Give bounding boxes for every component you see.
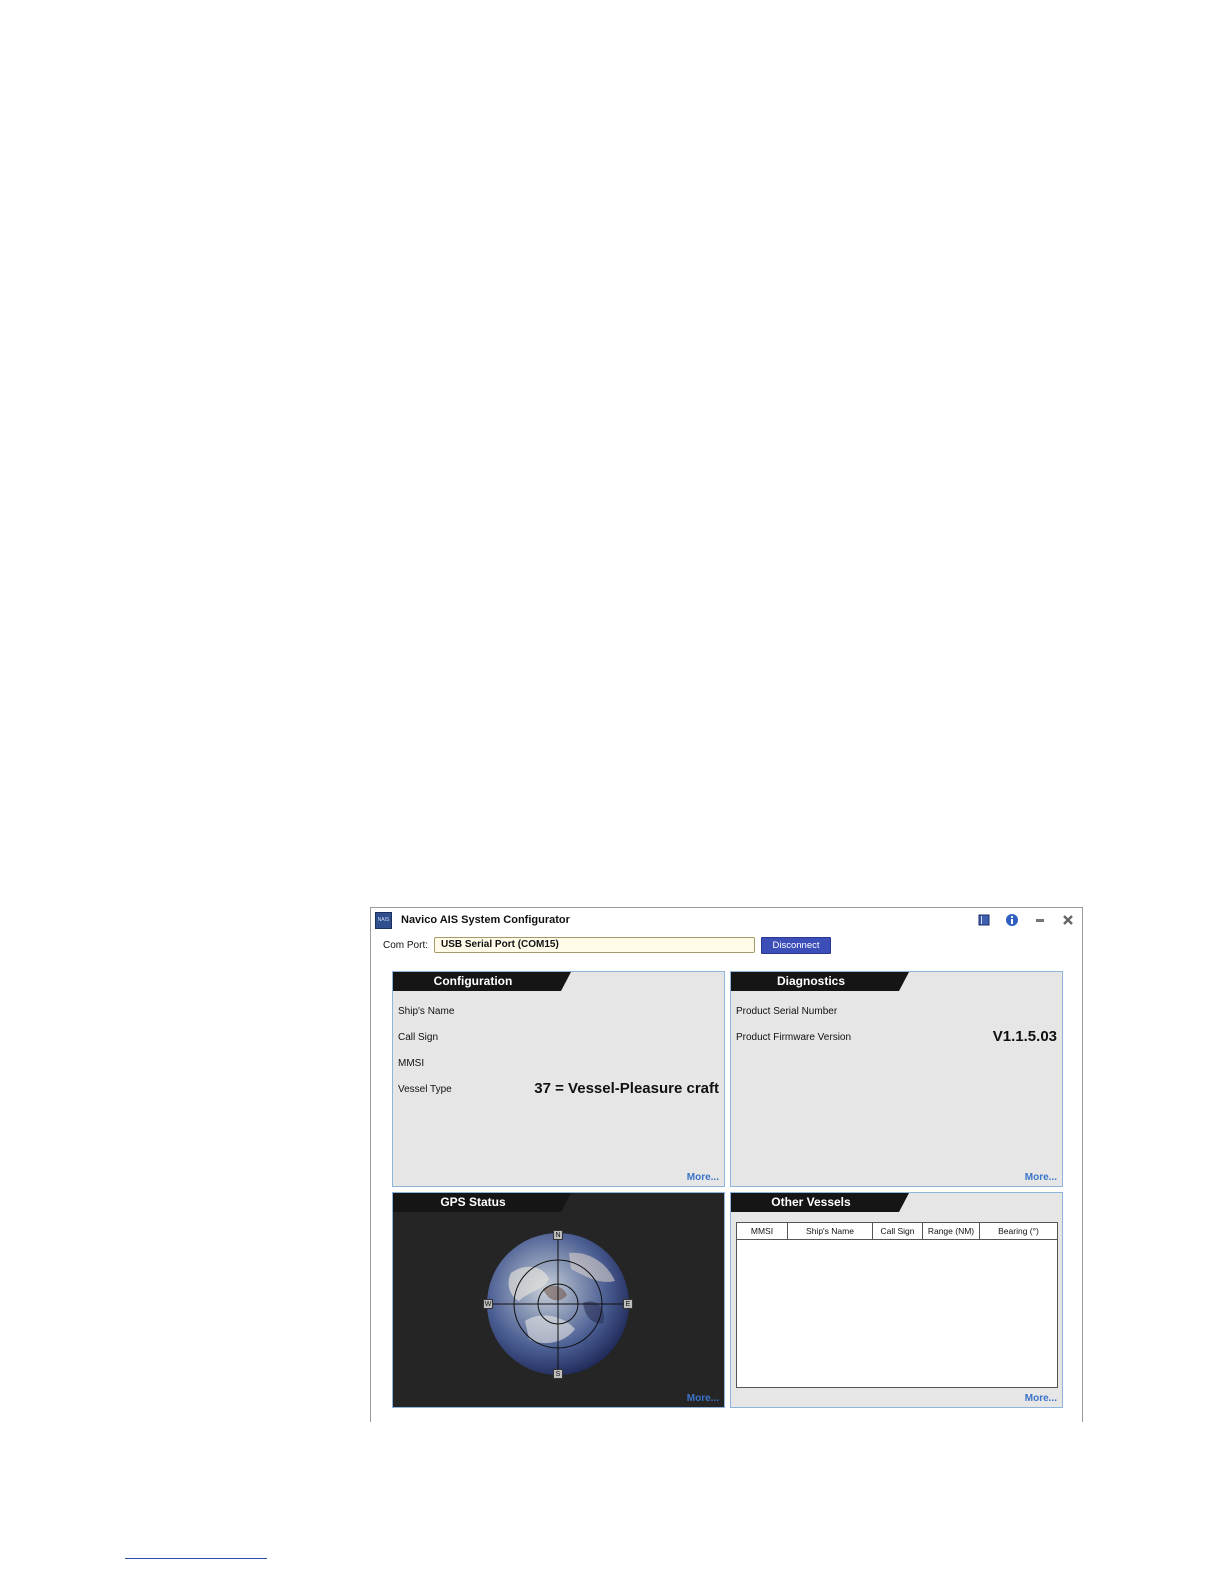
configuration-more-link[interactable]: More... bbox=[687, 1172, 719, 1183]
disconnect-button[interactable]: Disconnect bbox=[761, 937, 831, 954]
compass-west-label: W bbox=[483, 1299, 493, 1309]
vessels-table-header: MMSI Ship's Name Call Sign Range (NM) Be… bbox=[737, 1223, 1057, 1240]
mmsi-label: MMSI bbox=[398, 1058, 425, 1069]
column-call-sign[interactable]: Call Sign bbox=[873, 1223, 923, 1239]
compass-south-label: S bbox=[553, 1369, 563, 1379]
diagnostics-panel: Diagnostics Product Serial Number Produc… bbox=[730, 971, 1063, 1187]
com-port-row: Com Port: USB Serial Port (COM15) Discon… bbox=[383, 937, 1083, 957]
configuration-panel: Configuration Ship's Name Call Sign MMSI… bbox=[392, 971, 725, 1187]
info-icon[interactable] bbox=[1004, 912, 1020, 928]
configuration-header: Configuration bbox=[393, 972, 571, 991]
diagnostics-header: Diagnostics bbox=[731, 972, 909, 991]
diagnostics-more-link[interactable]: More... bbox=[1025, 1172, 1057, 1183]
compass-east-label: E bbox=[623, 1299, 633, 1309]
window-title: Navico AIS System Configurator bbox=[401, 914, 570, 926]
minimize-icon[interactable] bbox=[1032, 912, 1048, 928]
book-icon[interactable] bbox=[976, 912, 992, 928]
gps-more-link[interactable]: More... bbox=[687, 1393, 719, 1404]
call-sign-label: Call Sign bbox=[398, 1032, 439, 1043]
other-vessels-panel: Other Vessels MMSI Ship's Name Call Sign… bbox=[730, 1192, 1063, 1408]
vessel-type-value: 37 = Vessel-Pleasure craft bbox=[534, 1080, 719, 1097]
column-range[interactable]: Range (NM) bbox=[923, 1223, 980, 1239]
compass-north-label: N bbox=[553, 1230, 563, 1240]
com-port-select[interactable]: USB Serial Port (COM15) bbox=[434, 937, 755, 953]
column-ships-name[interactable]: Ship's Name bbox=[788, 1223, 873, 1239]
vessels-more-link[interactable]: More... bbox=[1025, 1393, 1057, 1404]
serial-number-label: Product Serial Number bbox=[736, 1006, 838, 1017]
firmware-version-label: Product Firmware Version bbox=[736, 1032, 852, 1043]
firmware-version-value: V1.1.5.03 bbox=[992, 1028, 1057, 1045]
vessels-table[interactable]: MMSI Ship's Name Call Sign Range (NM) Be… bbox=[736, 1222, 1058, 1388]
column-bearing[interactable]: Bearing (°) bbox=[980, 1223, 1057, 1239]
app-logo: NAIS bbox=[375, 912, 392, 929]
close-icon[interactable] bbox=[1060, 912, 1076, 928]
footnote-divider bbox=[125, 1558, 267, 1559]
other-vessels-header: Other Vessels bbox=[731, 1193, 909, 1212]
vessel-type-label: Vessel Type bbox=[398, 1084, 452, 1095]
title-bar: NAIS Navico AIS System Configurator bbox=[371, 908, 1082, 934]
gps-status-panel: GPS Status N S W E More... bbox=[392, 1192, 725, 1408]
title-bar-controls bbox=[976, 911, 1076, 929]
app-window: NAIS Navico AIS System Configurator Com … bbox=[370, 907, 1083, 1422]
com-port-label: Com Port: bbox=[383, 940, 429, 951]
column-mmsi[interactable]: MMSI bbox=[737, 1223, 788, 1239]
ships-name-label: Ship's Name bbox=[398, 1006, 455, 1017]
